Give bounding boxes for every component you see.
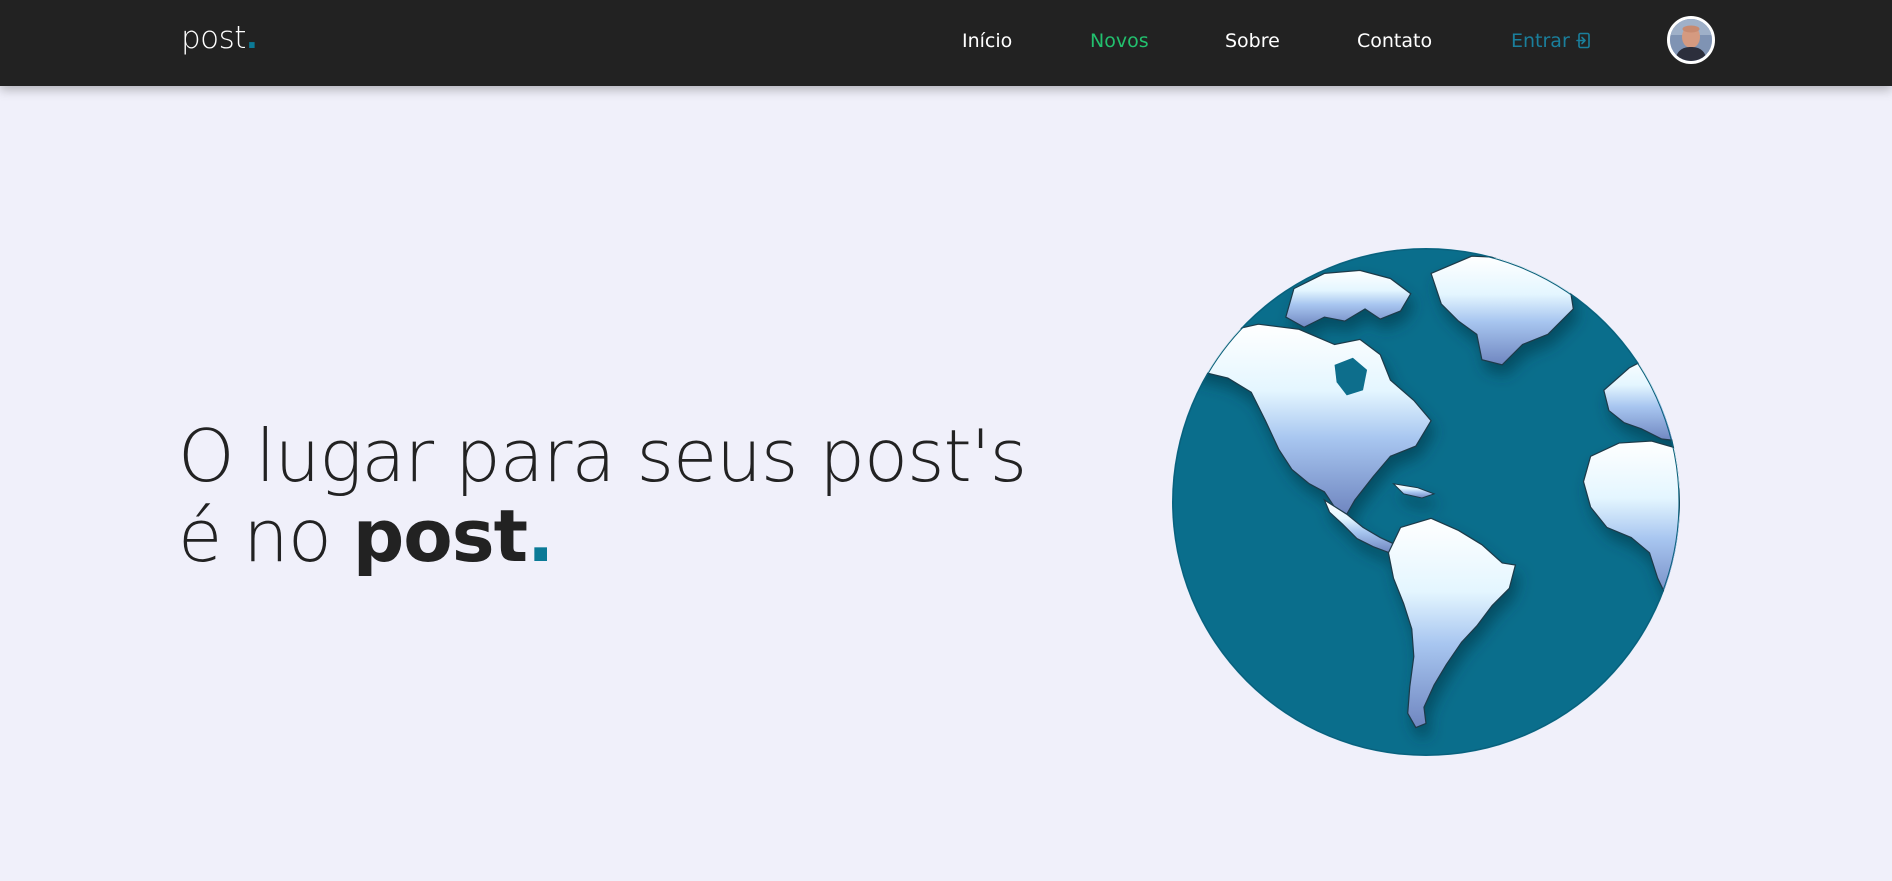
login-label: Entrar: [1511, 30, 1570, 52]
navbar: post. Início Novos Sobre Contato Entrar: [0, 0, 1892, 86]
hero-line-1: O lugar para seus post's: [178, 414, 1027, 498]
hero-line-2-prefix: é no: [178, 494, 353, 578]
login-icon: [1575, 32, 1591, 54]
logo[interactable]: post.: [181, 20, 258, 56]
logo-dot: .: [245, 20, 258, 56]
nav-link-novos[interactable]: Novos: [1090, 30, 1149, 52]
avatar-photo: [1670, 19, 1712, 61]
nav-link-sobre[interactable]: Sobre: [1225, 30, 1280, 52]
nav-link-inicio[interactable]: Início: [962, 30, 1012, 52]
logo-text: post: [181, 20, 246, 56]
hero-brand-dot: .: [527, 494, 554, 578]
globe-illustration: [1172, 248, 1680, 756]
hero-title: O lugar para seus post's é no post.: [178, 414, 1027, 578]
nav-link-contato[interactable]: Contato: [1357, 30, 1432, 52]
hero-brand-word: post: [352, 494, 528, 578]
user-avatar[interactable]: [1667, 16, 1715, 64]
login-link[interactable]: Entrar: [1511, 30, 1591, 54]
